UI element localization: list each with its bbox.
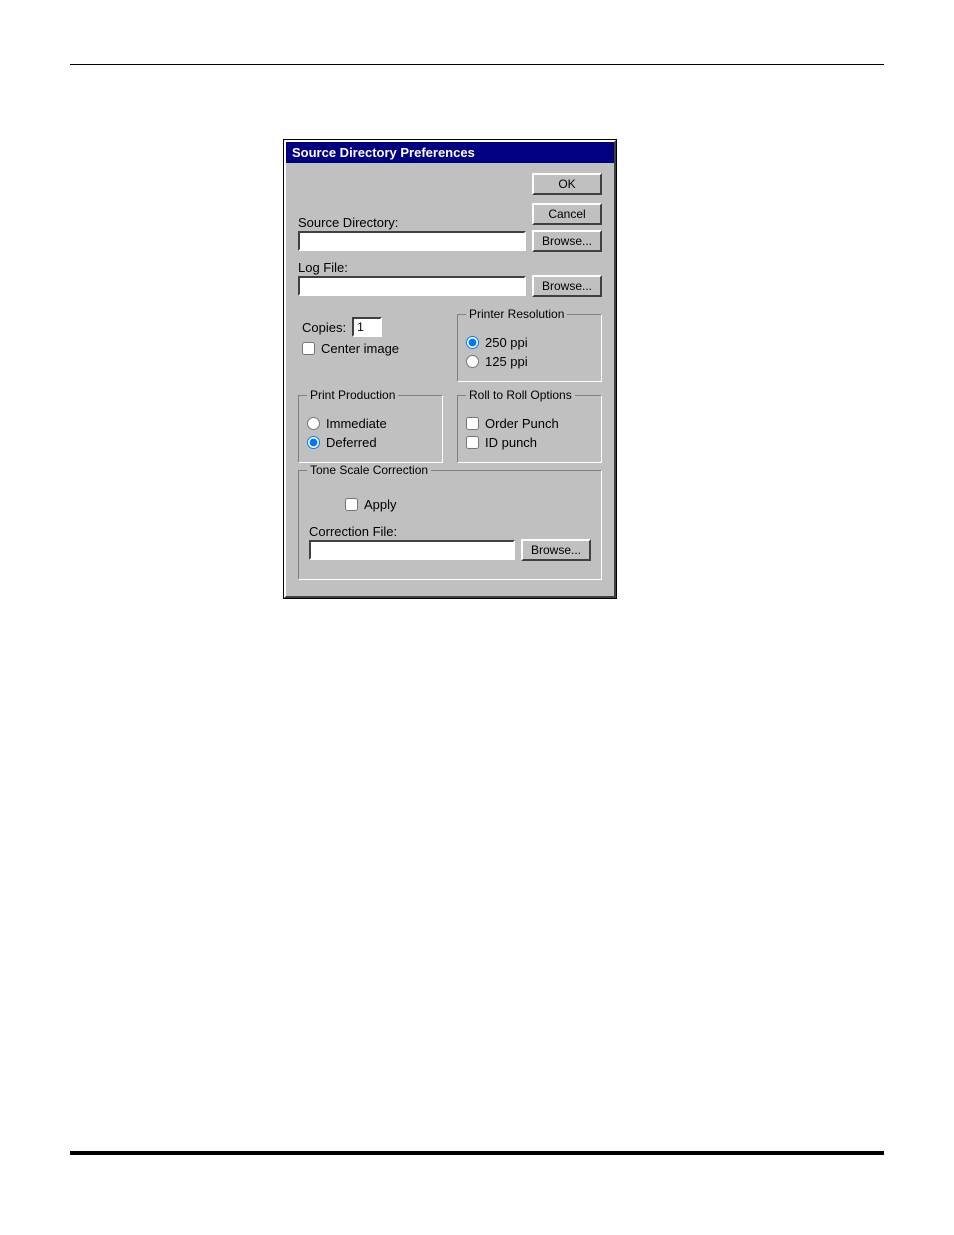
copies-input[interactable] — [352, 317, 382, 337]
print-production-legend: Print Production — [307, 388, 398, 402]
browse-log-button[interactable]: Browse... — [532, 275, 602, 297]
print-production-group: Print Production Immediate Deferred — [298, 388, 443, 463]
dialog-title: Source Directory Preferences — [292, 145, 475, 160]
roll-to-roll-legend: Roll to Roll Options — [466, 388, 575, 402]
deferred-label: Deferred — [326, 435, 377, 450]
correction-file-label: Correction File: — [309, 524, 591, 539]
order-punch-checkbox[interactable] — [466, 417, 479, 430]
log-file-input[interactable] — [298, 276, 526, 296]
center-image-label: Center image — [321, 341, 399, 356]
ppi-250-radio[interactable] — [466, 336, 479, 349]
copies-label: Copies: — [302, 320, 346, 335]
immediate-label: Immediate — [326, 416, 387, 431]
ok-button[interactable]: OK — [532, 173, 602, 195]
apply-checkbox[interactable] — [345, 498, 358, 511]
deferred-radio[interactable] — [307, 436, 320, 449]
browse-source-button[interactable]: Browse... — [532, 230, 602, 252]
center-image-checkbox[interactable] — [302, 342, 315, 355]
page-footer-rule — [70, 1151, 884, 1155]
copies-group: Copies: Center image — [298, 307, 443, 364]
immediate-radio[interactable] — [307, 417, 320, 430]
roll-to-roll-group: Roll to Roll Options Order Punch ID punc… — [457, 388, 602, 463]
tone-scale-group: Tone Scale Correction Apply Correction F… — [298, 463, 602, 580]
apply-label: Apply — [364, 497, 397, 512]
dialog-body: OK Cancel Source Directory: Browse... Lo… — [286, 163, 614, 596]
id-punch-label: ID punch — [485, 435, 537, 450]
printer-resolution-group: Printer Resolution 250 ppi 125 ppi — [457, 307, 602, 382]
correction-file-input[interactable] — [309, 540, 515, 560]
source-directory-input[interactable] — [298, 231, 526, 251]
ppi-125-radio[interactable] — [466, 355, 479, 368]
ppi-250-label: 250 ppi — [485, 335, 528, 350]
printer-resolution-legend: Printer Resolution — [466, 307, 567, 321]
order-punch-label: Order Punch — [485, 416, 559, 431]
dialog-title-bar: Source Directory Preferences — [286, 142, 614, 163]
ppi-125-label: 125 ppi — [485, 354, 528, 369]
id-punch-checkbox[interactable] — [466, 436, 479, 449]
browse-correction-button[interactable]: Browse... — [521, 539, 591, 561]
tone-scale-legend: Tone Scale Correction — [307, 463, 431, 477]
cancel-button[interactable]: Cancel — [532, 203, 602, 225]
page-header-rule — [70, 64, 884, 65]
source-directory-preferences-dialog: Source Directory Preferences OK Cancel S… — [284, 140, 616, 598]
log-file-label: Log File: — [298, 260, 602, 275]
